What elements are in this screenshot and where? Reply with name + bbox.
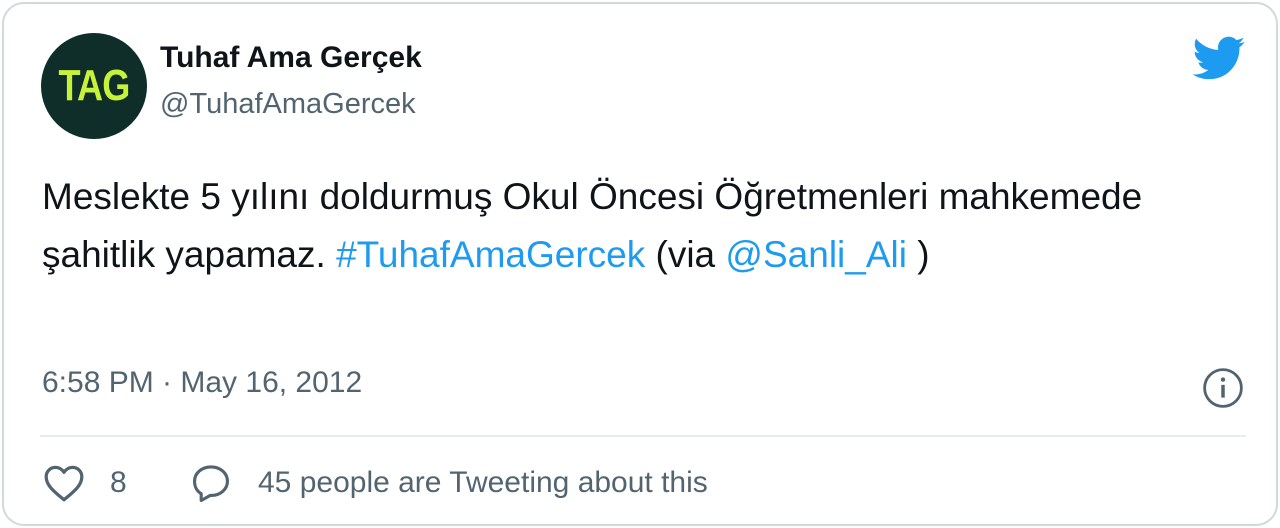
- tweeting-about-text: 45 people are Tweeting about this: [258, 466, 708, 499]
- tweet-text-part3: ): [906, 234, 930, 275]
- like-count: 8: [110, 466, 127, 499]
- author-handle[interactable]: @TuhafAmaGercek: [160, 88, 416, 121]
- reply-button[interactable]: 45 people are Tweeting about this: [190, 461, 708, 505]
- like-button[interactable]: 8: [42, 461, 127, 505]
- avatar[interactable]: TAG: [41, 33, 147, 139]
- tweet-card[interactable]: TAG Tuhaf Ama Gerçek @TuhafAmaGercek Mes…: [2, 2, 1278, 526]
- hashtag-link[interactable]: #TuhafAmaGercek: [336, 234, 645, 275]
- info-icon[interactable]: [1202, 367, 1244, 409]
- tweet-text-part2: (via: [645, 234, 726, 275]
- mention-link[interactable]: @Sanli_Ali: [725, 234, 907, 275]
- author-name[interactable]: Tuhaf Ama Gerçek: [160, 41, 422, 75]
- twitter-bird-icon[interactable]: [1190, 35, 1246, 81]
- tweet-timestamp[interactable]: 6:58 PM · May 16, 2012: [42, 366, 362, 400]
- tweet-text: Meslekte 5 yılını doldurmuş Okul Öncesi …: [42, 168, 1222, 284]
- heart-icon: [44, 465, 84, 502]
- avatar-logo-text: TAG: [58, 61, 130, 110]
- divider: [40, 435, 1246, 437]
- speech-bubble-icon: [192, 465, 230, 503]
